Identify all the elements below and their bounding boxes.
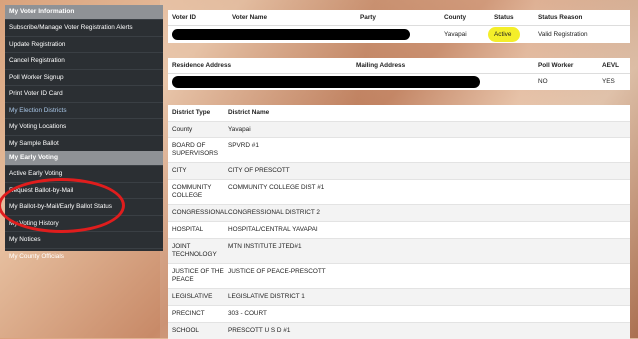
redaction-bar: [172, 76, 480, 88]
district-type-header: District Type: [172, 109, 211, 116]
district-name: 303 - COURT: [228, 310, 267, 317]
district-type: SCHOOL: [172, 327, 199, 334]
sidebar-header-voter-info: My Voter Information: [5, 5, 163, 19]
table-row: HOSPITAL HOSPITAL/CENTRAL YAVAPAI: [168, 222, 630, 239]
district-name-header: District Name: [228, 109, 270, 116]
status-value: Active: [494, 31, 512, 38]
annotation-circle: [0, 178, 125, 233]
district-type: JOINT TECHNOLOGY: [172, 243, 217, 258]
district-name: SPVRD #1: [228, 142, 259, 149]
sidebar-item-sample-ballot[interactable]: My Sample Ballot: [5, 134, 163, 152]
districts-table: District Type District Name County Yavap…: [168, 105, 630, 339]
district-type: JUSTICE OF THE PEACE: [172, 268, 224, 283]
aevl-value: YES: [602, 78, 615, 85]
district-name: CONGRESSIONAL DISTRICT 2: [228, 209, 320, 216]
poll-worker-value: NO: [538, 78, 548, 85]
residence-address-header: Residence Address: [172, 62, 232, 69]
sidebar-item-notices[interactable]: My Notices: [5, 231, 163, 248]
district-type: HOSPITAL: [172, 226, 204, 233]
district-type: COMMUNITY COLLEGE: [172, 184, 212, 199]
voter-name-header: Voter Name: [232, 14, 268, 21]
district-name: MTN INSTITUTE JTED#1: [228, 243, 302, 250]
voter-info-panel: Voter ID Voter Name Party County Status …: [168, 10, 630, 43]
table-row: PRECINCT 303 - COURT: [168, 306, 630, 323]
poll-worker-header: Poll Worker: [538, 62, 574, 69]
sidebar-item-update-registration[interactable]: Update Registration: [5, 35, 163, 53]
sidebar-item-subscribe-alerts[interactable]: Subscribe/Manage Voter Registration Aler…: [5, 19, 163, 36]
table-row: JUSTICE OF THE PEACE JUSTICE OF PEACE-PR…: [168, 264, 630, 289]
district-name: PRESCOTT U S D #1: [228, 327, 291, 334]
table-row: COMMUNITY COLLEGE COMMUNITY COLLEGE DIST…: [168, 180, 630, 205]
voter-value-row: Yavapai Active Valid Registration: [168, 26, 630, 43]
sidebar-item-cancel-registration[interactable]: Cancel Registration: [5, 52, 163, 69]
district-name: CITY OF PRESCOTT: [228, 167, 290, 174]
sidebar-item-voting-locations[interactable]: My Voting Locations: [5, 118, 163, 135]
aevl-header: AEVL: [602, 62, 620, 69]
sidebar-item-county-officials[interactable]: My County Officials: [5, 247, 163, 265]
address-value-row: NO YES: [168, 74, 630, 90]
table-row: County Yavapai: [168, 122, 630, 138]
table-row: SCHOOL PRESCOTT U S D #1: [168, 323, 630, 339]
sidebar-header-early-voting: My Early Voting: [5, 151, 163, 165]
county-header: County: [444, 14, 467, 21]
sidebar-item-election-districts[interactable]: My Election Districts: [5, 101, 163, 119]
table-row: LEGISLATIVE LEGISLATIVE DISTRICT 1: [168, 289, 630, 306]
district-name: JUSTICE OF PEACE-PRESCOTT: [228, 268, 326, 275]
district-type: BOARD OF SUPERVISORS: [172, 142, 219, 157]
status-reason-value: Valid Registration: [538, 31, 588, 38]
county-value: Yavapai: [444, 31, 467, 38]
status-reason-header: Status Reason: [538, 14, 583, 21]
table-row: CITY CITY OF PRESCOTT: [168, 163, 630, 180]
district-name: HOSPITAL/CENTRAL YAVAPAI: [228, 226, 318, 233]
redaction-bar: [172, 29, 410, 40]
address-panel: Residence Address Mailing Address Poll W…: [168, 58, 630, 90]
sidebar-item-print-voter-id[interactable]: Print Voter ID Card: [5, 85, 163, 102]
status-header: Status: [494, 14, 514, 21]
address-header-row: Residence Address Mailing Address Poll W…: [168, 58, 630, 74]
district-type: LEGISLATIVE: [172, 293, 213, 300]
voter-header-row: Voter ID Voter Name Party County Status …: [168, 10, 630, 26]
table-row: BOARD OF SUPERVISORS SPVRD #1: [168, 138, 630, 163]
district-type: PRECINCT: [172, 310, 205, 317]
district-type: County: [172, 126, 193, 133]
district-type: CONGRESSIONAL: [172, 209, 228, 216]
table-row: CONGRESSIONAL CONGRESSIONAL DISTRICT 2: [168, 205, 630, 222]
mailing-address-header: Mailing Address: [356, 62, 406, 69]
party-header: Party: [360, 14, 376, 21]
district-name: COMMUNITY COLLEGE DIST #1: [228, 184, 325, 191]
districts-header-row: District Type District Name: [168, 105, 630, 122]
voter-id-header: Voter ID: [172, 14, 197, 21]
table-row: JOINT TECHNOLOGY MTN INSTITUTE JTED#1: [168, 239, 630, 264]
district-name: LEGISLATIVE DISTRICT 1: [228, 293, 305, 300]
sidebar-item-poll-worker-signup[interactable]: Poll Worker Signup: [5, 68, 163, 86]
district-type: CITY: [172, 167, 187, 174]
district-name: Yavapai: [228, 126, 251, 133]
